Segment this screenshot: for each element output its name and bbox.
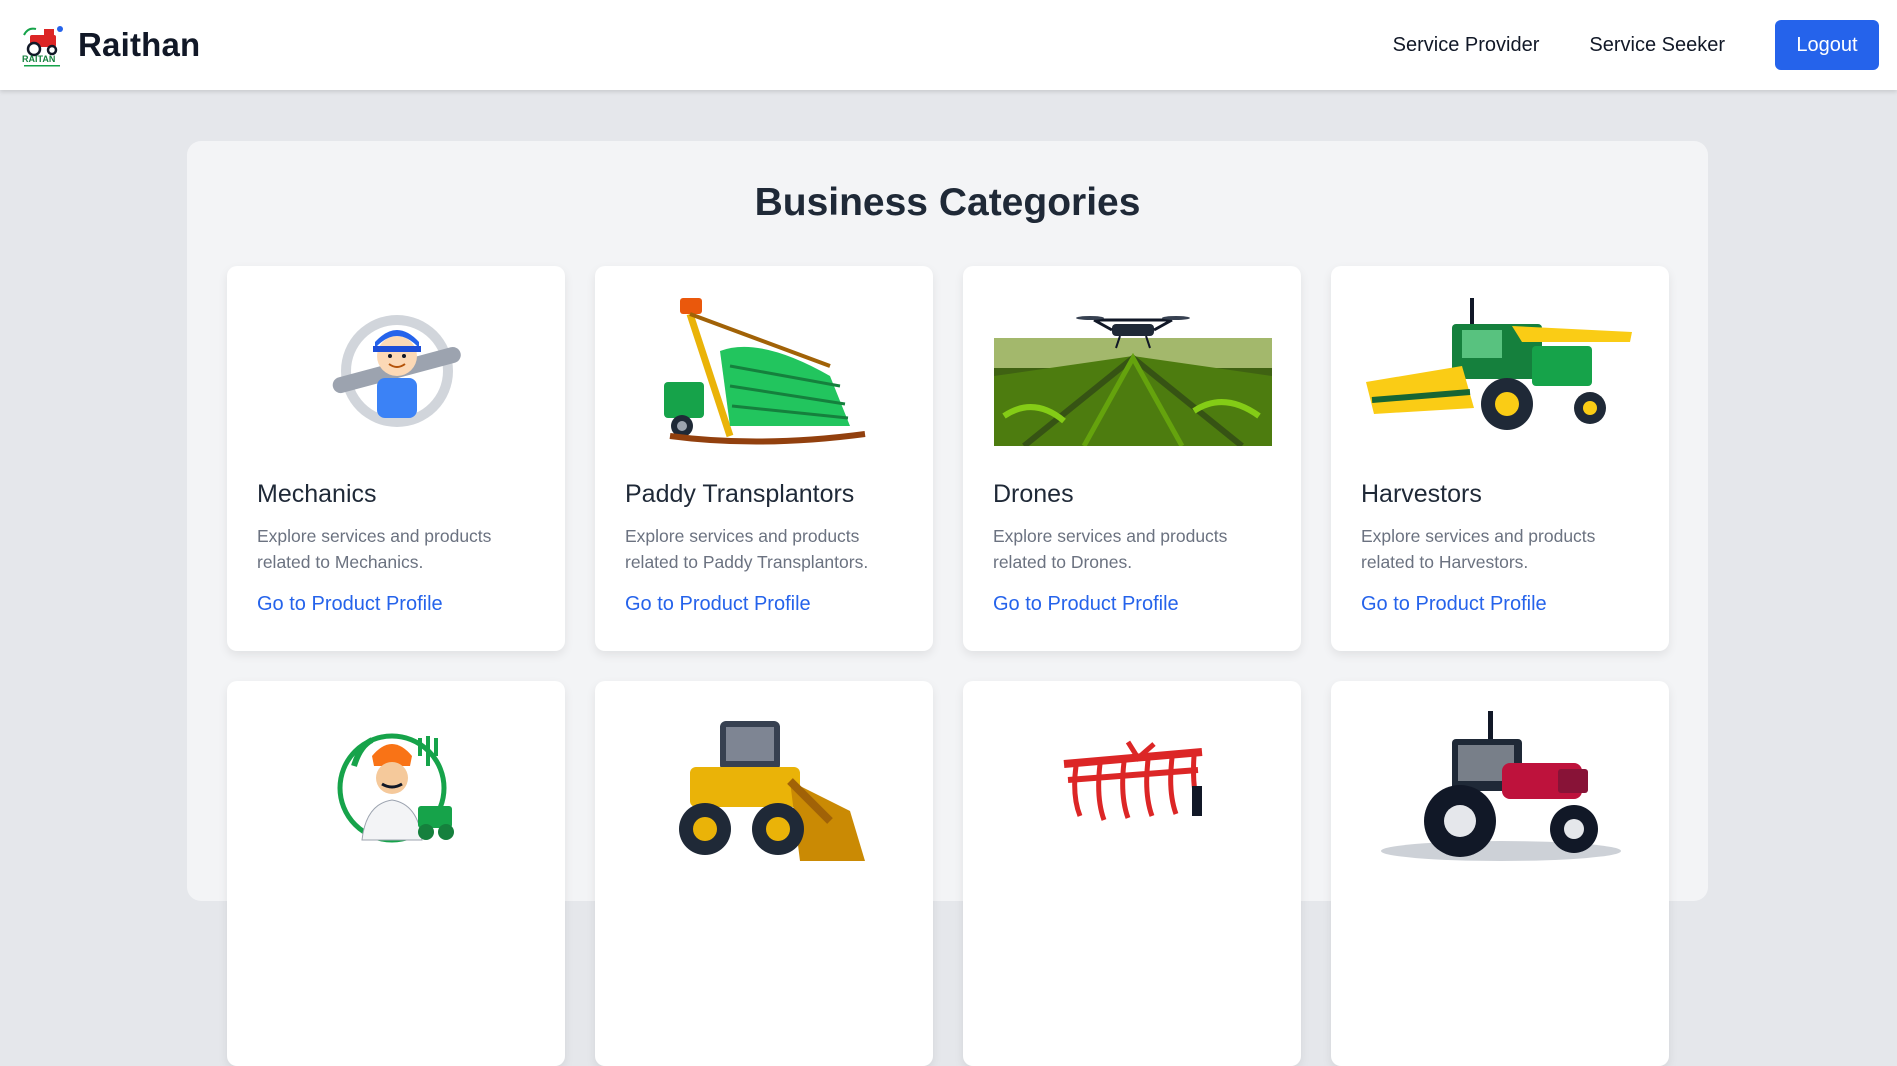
- nav-service-seeker[interactable]: Service Seeker: [1589, 34, 1725, 57]
- mechanic-image: [258, 296, 536, 446]
- card-description: Explore services and products related to…: [257, 526, 492, 572]
- farmer-image: [258, 711, 536, 861]
- card-description: Explore services and products related to…: [993, 526, 1228, 572]
- category-card-harvestors: Harvestors Explore services and products…: [1331, 266, 1669, 651]
- card-title: Mechanics: [257, 480, 377, 508]
- nav-menu: Service Provider Service Seeker Logout: [1393, 20, 1879, 70]
- harvester-image: [1362, 296, 1640, 446]
- paddy-transplanter-image: [626, 296, 904, 446]
- card-description: Explore services and products related to…: [625, 526, 869, 572]
- category-card-tractor: [1331, 681, 1669, 1066]
- product-profile-link[interactable]: Go to Product Profile: [993, 593, 1179, 616]
- category-card-mechanics: Mechanics Explore services and products …: [227, 266, 565, 651]
- product-profile-link[interactable]: Go to Product Profile: [625, 593, 811, 616]
- card-title: Harvestors: [1361, 480, 1482, 508]
- tractor-image: [1362, 711, 1640, 861]
- page-title: Business Categories: [754, 181, 1141, 224]
- product-profile-link[interactable]: Go to Product Profile: [1361, 593, 1547, 616]
- categories-panel: Business Categories Mechanics Explore se…: [187, 141, 1708, 1066]
- category-card-farmer: [227, 681, 565, 1066]
- category-grid: Mechanics Explore services and products …: [227, 266, 1669, 1066]
- drone-image: [994, 296, 1272, 446]
- cultivator-image: [994, 711, 1272, 861]
- nav-service-provider[interactable]: Service Provider: [1393, 34, 1540, 57]
- card-title: Paddy Transplantors: [625, 480, 855, 508]
- category-card-drones: Drones Explore services and products rel…: [963, 266, 1301, 651]
- card-description: Explore services and products related to…: [1361, 526, 1596, 572]
- brand[interactable]: RAITAN Raithan: [20, 21, 200, 69]
- brand-name: Raithan: [78, 26, 201, 63]
- raitan-logo: RAITAN: [22, 26, 63, 67]
- category-card-cultivator: [963, 681, 1301, 1066]
- product-profile-link[interactable]: Go to Product Profile: [257, 593, 443, 616]
- svg-text:RAITAN: RAITAN: [22, 54, 55, 64]
- card-title: Drones: [993, 480, 1074, 508]
- category-card-paddy-transplantors: Paddy Transplantors Explore services and…: [595, 266, 933, 651]
- logout-button[interactable]: Logout: [1775, 20, 1879, 70]
- category-card-wheel-loader: [595, 681, 933, 1066]
- top-navbar: RAITAN Raithan Service Provider Service …: [0, 0, 1897, 90]
- wheel-loader-image: [626, 711, 904, 861]
